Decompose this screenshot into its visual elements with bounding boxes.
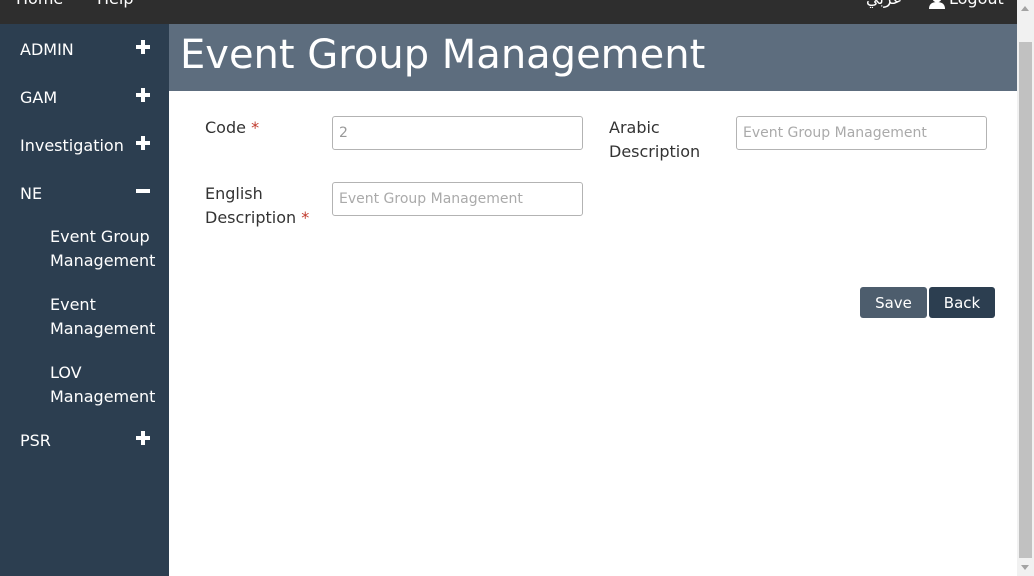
sidebar-item-psr[interactable]: PSR — [0, 419, 169, 459]
code-field[interactable] — [332, 116, 583, 150]
back-button[interactable]: Back — [929, 287, 995, 318]
code-label-text: Code — [205, 118, 246, 137]
sidebar-item-gam[interactable]: GAM — [0, 76, 169, 116]
label-line1: Arabic — [609, 118, 660, 137]
subitem-label-line1: Event — [50, 295, 96, 314]
nav-help-link[interactable]: Help — [97, 0, 133, 8]
plus-icon[interactable] — [136, 88, 150, 102]
nav-home-link[interactable]: Home — [16, 0, 63, 8]
label-line2-text: Description — [205, 208, 297, 227]
label-line1: English — [205, 184, 263, 203]
page-header: Event Group Management — [169, 24, 1017, 91]
top-nav-bar: Home Help عربي Logout — [0, 0, 1017, 24]
sidebar-subitem-event-management[interactable]: Event Management — [50, 293, 165, 341]
sidebar-item-admin[interactable]: ADMIN — [0, 28, 169, 68]
subitem-label-line2: Management — [50, 387, 156, 406]
sidebar-item-investigation[interactable]: Investigation — [0, 124, 169, 164]
subitem-label-line2: Management — [50, 319, 156, 338]
required-marker: * — [301, 208, 310, 227]
subitem-label-line1: Event Group — [50, 227, 150, 246]
minus-icon[interactable] — [136, 184, 150, 198]
plus-icon[interactable] — [136, 431, 150, 445]
label-line2: Description * — [205, 206, 309, 230]
scroll-thumb[interactable] — [1019, 42, 1032, 558]
save-button[interactable]: Save — [860, 287, 927, 318]
sidebar-item-label: GAM — [20, 88, 58, 107]
sidebar-subitem-lov-management[interactable]: LOV Management — [50, 361, 165, 409]
user-icon — [929, 0, 945, 9]
code-label: Code * — [205, 116, 259, 140]
page-title: Event Group Management — [180, 32, 706, 78]
sidebar-subitem-event-group-management[interactable]: Event Group Management — [50, 225, 165, 273]
required-marker: * — [251, 118, 260, 137]
language-switch-link[interactable]: عربي — [866, 0, 902, 8]
label-line2: Description — [609, 142, 701, 161]
plus-icon[interactable] — [136, 40, 150, 54]
english-description-field[interactable] — [332, 182, 583, 216]
logout-link[interactable]: Logout — [949, 0, 1004, 8]
scroll-down-icon[interactable] — [1021, 565, 1029, 570]
sidebar-item-label: ADMIN — [20, 40, 74, 59]
sidebar-item-label: Investigation — [20, 136, 124, 155]
sidebar-item-label: NE — [20, 184, 43, 203]
subitem-label-line2: Management — [50, 251, 156, 270]
sidebar-item-ne[interactable]: NE — [0, 172, 169, 212]
arabic-description-field[interactable] — [736, 116, 987, 150]
sidebar-item-label: PSR — [20, 431, 51, 450]
vertical-scrollbar[interactable] — [1017, 0, 1034, 576]
sidebar: ADMIN GAM Investigation NE Event Group M… — [0, 24, 169, 576]
scroll-up-icon[interactable] — [1021, 6, 1029, 11]
subitem-label-line1: LOV — [50, 363, 82, 382]
plus-icon[interactable] — [136, 136, 150, 150]
arabic-description-label: Arabic Description — [609, 116, 700, 164]
english-description-label: English Description * — [205, 182, 309, 230]
